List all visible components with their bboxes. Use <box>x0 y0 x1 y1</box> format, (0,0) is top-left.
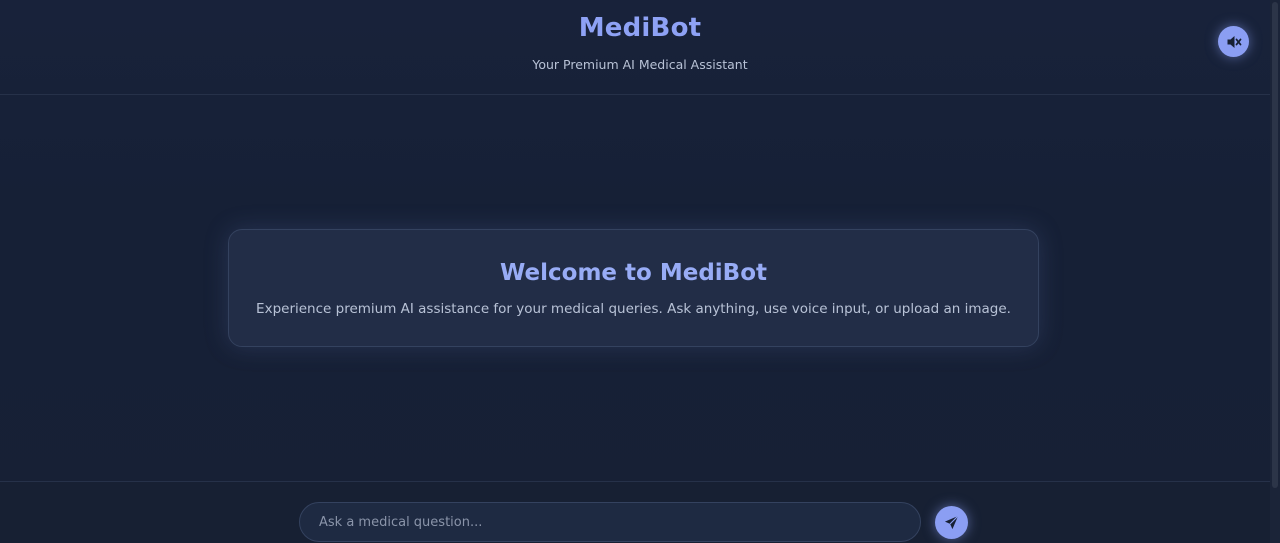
app-subtitle: Your Premium AI Medical Assistant <box>532 57 748 72</box>
app-title: MediBot <box>578 13 702 43</box>
app-root: MediBot Your Premium AI Medical Assistan… <box>0 0 1280 543</box>
welcome-title: Welcome to MediBot <box>499 260 767 286</box>
page-scrollbar[interactable] <box>1270 0 1280 543</box>
scrollbar-thumb[interactable] <box>1272 2 1278 488</box>
welcome-text: Experience premium AI assistance for you… <box>256 301 1011 317</box>
speaker-mute-icon <box>1227 35 1241 48</box>
chat-input[interactable] <box>300 503 920 541</box>
header: MediBot Your Premium AI Medical Assistan… <box>0 0 1280 95</box>
send-button[interactable] <box>935 506 968 539</box>
welcome-card: Welcome to MediBot Experience premium AI… <box>228 229 1039 347</box>
chat-input-wrapper <box>299 502 921 542</box>
mute-button[interactable] <box>1218 26 1249 57</box>
paper-plane-icon <box>944 515 959 530</box>
